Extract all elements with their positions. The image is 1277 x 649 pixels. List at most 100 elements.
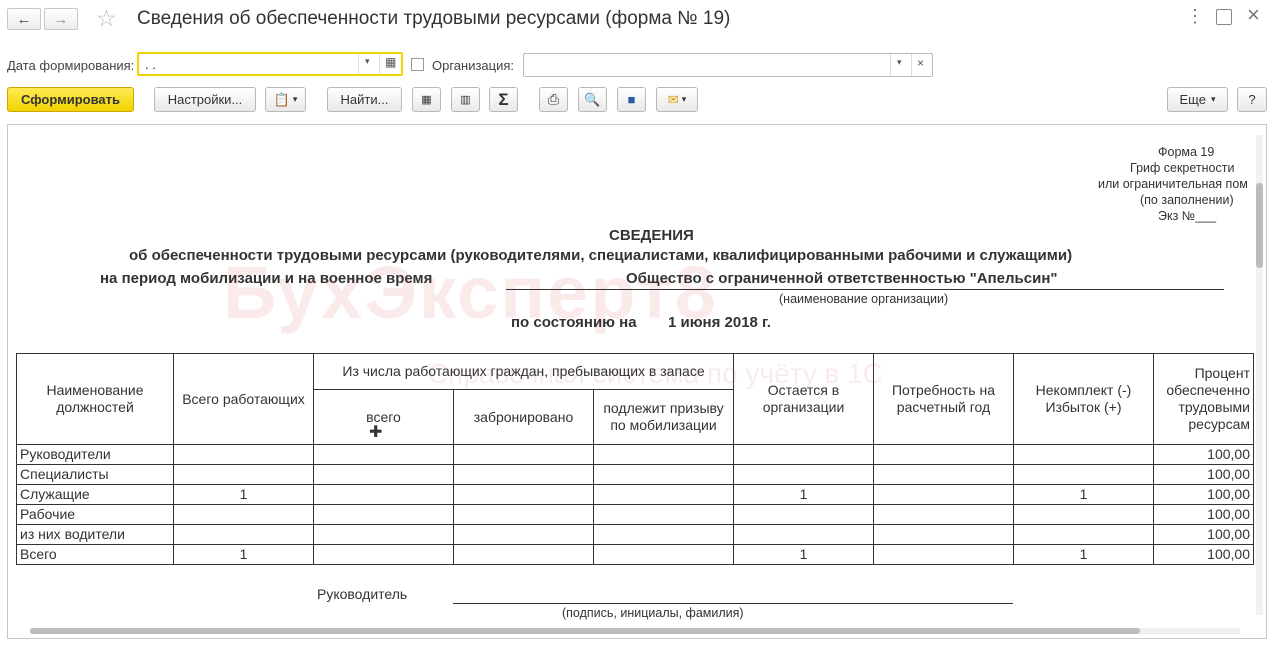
back-button[interactable]: ←	[7, 8, 41, 30]
table-cell-to-mobilize	[593, 504, 734, 525]
organization-label: Организация:	[432, 58, 515, 73]
table-cell-shortage: 1	[1013, 484, 1154, 505]
table-cell-percent: 100,00	[1153, 544, 1254, 565]
chevron-down-icon: ▾	[292, 94, 298, 104]
variants-button[interactable]: 📋 ▾	[265, 87, 306, 112]
header-remains: Остается в организации	[733, 353, 874, 445]
header-total-employees: Всего работающих	[173, 353, 314, 445]
header-percent: Процент обеспеченно трудовыми ресурсам	[1153, 353, 1254, 445]
expand-groups-icon: ▦	[421, 94, 432, 106]
send-email-button[interactable]: ✉ ▾	[656, 87, 698, 112]
vertical-scrollbar[interactable]	[1256, 135, 1263, 615]
report-document[interactable]: БухЭксперт8 Справочная система по учёту …	[7, 124, 1267, 639]
dropdown-icon[interactable]: ▾	[365, 56, 370, 67]
horizontal-scrollbar[interactable]	[30, 628, 1240, 634]
table-row: Служащие 1 1 1 100,00	[16, 484, 1254, 505]
date-label: Дата формирования:	[7, 58, 135, 73]
table-cell-total: 1	[173, 544, 314, 565]
table-cell-remains: 1	[733, 484, 874, 505]
vertical-scroll-thumb[interactable]	[1256, 183, 1263, 268]
table-row: Рабочие 100,00	[16, 504, 1254, 525]
restriction-label: или ограничительная пом	[1098, 177, 1248, 191]
table-cell-shortage: 1	[1013, 544, 1154, 565]
table-cell-total	[173, 464, 314, 485]
report-table: Наименование должностей Всего работающих…	[16, 352, 1254, 565]
table-cell-to-mobilize	[593, 444, 734, 465]
clear-icon[interactable]: ×	[917, 56, 924, 70]
date-value: . .	[145, 57, 156, 72]
table-cell-remains	[733, 444, 874, 465]
table-cell-percent: 100,00	[1153, 484, 1254, 505]
grouping-button[interactable]: ▦	[412, 87, 441, 112]
dropdown-icon[interactable]: ▾	[897, 57, 902, 68]
header-reserve-total: всего	[313, 389, 454, 445]
table-cell-total	[173, 504, 314, 525]
more-button[interactable]: Еще ▾	[1167, 87, 1228, 112]
as-of-label: по состоянию на	[511, 314, 637, 331]
more-label: Еще	[1179, 92, 1206, 107]
print-button[interactable]: ⎙	[539, 87, 568, 112]
as-of-date: 1 июня 2018 г.	[668, 314, 771, 331]
table-cell-to-mobilize	[593, 464, 734, 485]
generate-button[interactable]: Сформировать	[7, 87, 134, 112]
table-cell-percent: 100,00	[1153, 464, 1254, 485]
table-cell-reserve-total	[313, 444, 454, 465]
table-cell-reserved	[453, 544, 594, 565]
table-cell-reserve-total	[313, 464, 454, 485]
table-cell-name: Рабочие	[16, 504, 174, 525]
header-reserve-group: Из числа работающих граждан, пребывающих…	[313, 352, 734, 391]
table-cell-remains	[733, 504, 874, 525]
calendar-icon[interactable]: ▦	[385, 55, 396, 69]
table-cell-shortage	[1013, 524, 1154, 545]
chevron-down-icon: ▾	[1210, 94, 1216, 104]
envelope-icon: ✉	[667, 91, 679, 107]
forward-button[interactable]: →	[44, 8, 78, 30]
table-cell-total	[173, 444, 314, 465]
report-heading: СВЕДЕНИЯ	[609, 227, 694, 244]
table-cell-need	[873, 504, 1014, 525]
table-cell-shortage	[1013, 444, 1154, 465]
table-cell-reserved	[453, 444, 594, 465]
maximize-icon[interactable]	[1216, 9, 1232, 25]
header-to-mobilize: подлежит призыву по мобилизации	[593, 389, 734, 445]
table-row: из них водители 100,00	[16, 524, 1254, 545]
find-button[interactable]: Найти...	[327, 87, 402, 112]
table-cell-total: 1	[173, 484, 314, 505]
horizontal-scroll-thumb[interactable]	[30, 628, 1140, 634]
report-subheading: об обеспеченности трудовыми ресурсами (р…	[129, 247, 1073, 264]
table-cell-percent: 100,00	[1153, 444, 1254, 465]
help-button[interactable]: ?	[1237, 87, 1267, 112]
date-field[interactable]: . . ▾ ▦	[137, 52, 403, 76]
form-number: Форма 19	[1158, 145, 1215, 159]
when-filled-label: (по заполнении)	[1140, 193, 1234, 207]
printer-icon: ⎙	[547, 91, 560, 107]
organization-field[interactable]: ▾ ×	[523, 53, 933, 77]
table-cell-reserved	[453, 464, 594, 485]
preview-button[interactable]: 🔍	[578, 87, 607, 112]
sum-button[interactable]: Σ	[489, 87, 518, 112]
grouping-collapse-button[interactable]: ▥	[451, 87, 480, 112]
page-title: Сведения об обеспеченности трудовыми рес…	[137, 8, 731, 29]
table-cell-name: Специалисты	[16, 464, 174, 485]
table-cell-reserved	[453, 484, 594, 505]
table-cell-name: Всего	[16, 544, 174, 565]
organization-caption: (наименование организации)	[779, 292, 949, 306]
table-cell-reserve-total	[313, 524, 454, 545]
table-cell-name: из них водители	[16, 524, 174, 545]
clipboard-icon: 📋	[273, 91, 290, 107]
table-cell-to-mobilize	[593, 484, 734, 505]
report-period: на период мобилизации и на военное время	[100, 270, 433, 287]
save-button[interactable]: ■	[617, 87, 646, 112]
more-vertical-icon[interactable]: ⋮	[1186, 6, 1207, 27]
organization-checkbox[interactable]	[411, 58, 424, 71]
table-cell-reserve-total	[313, 544, 454, 565]
settings-button[interactable]: Настройки...	[154, 87, 256, 112]
table-cell-need	[873, 444, 1014, 465]
close-icon[interactable]: ×	[1247, 2, 1260, 28]
star-icon[interactable]: ☆	[96, 5, 117, 32]
secrecy-label: Гриф секретности	[1130, 161, 1235, 175]
signature-caption: (подпись, инициалы, фамилия)	[562, 606, 744, 620]
table-cell-remains	[733, 524, 874, 545]
chevron-down-icon: ▾	[681, 94, 687, 104]
table-cell-need	[873, 464, 1014, 485]
